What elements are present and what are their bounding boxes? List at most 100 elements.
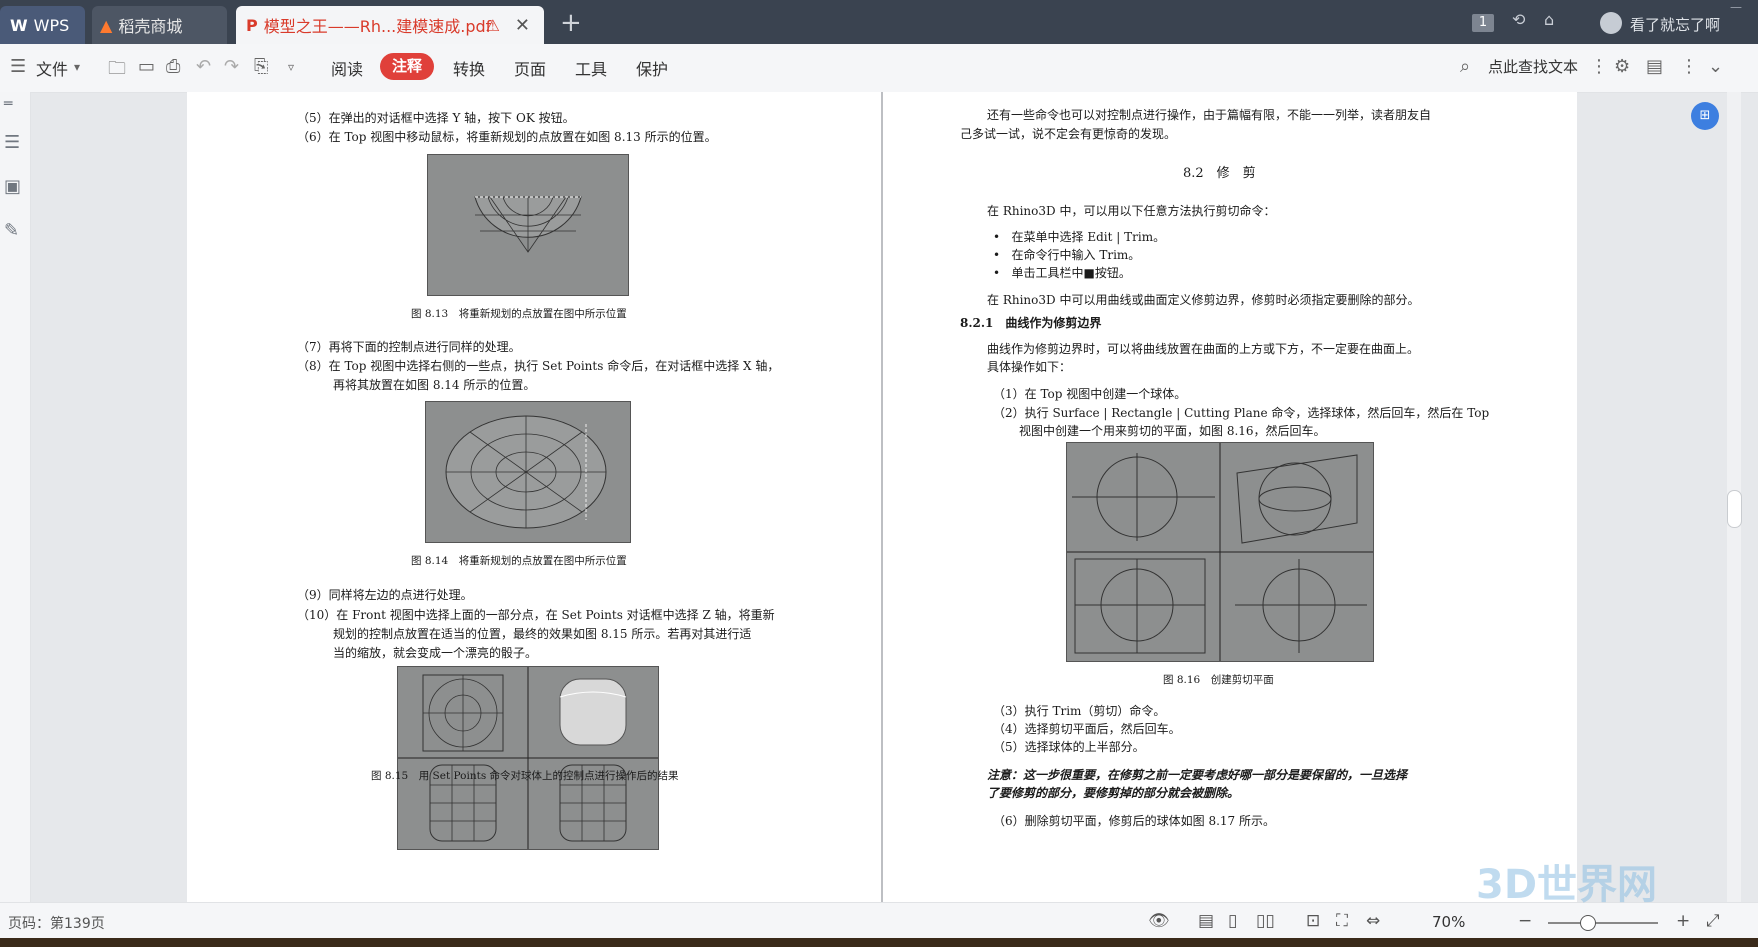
zoom-slider-knob[interactable]: [1580, 915, 1596, 931]
tab-wps-home[interactable]: W WPS: [0, 6, 85, 44]
note-line: 注意：这一步很重要，在修剪之前一定要考虑好哪一部分是要保留的，一旦选择: [987, 768, 1408, 782]
fit-page-icon[interactable]: ⛶: [1336, 911, 1348, 931]
double-page-icon[interactable]: ▯▯: [1256, 911, 1275, 931]
settings-gear-icon[interactable]: ⚙: [1614, 56, 1630, 77]
drag-handle-icon[interactable]: ═: [4, 96, 12, 112]
tab-document[interactable]: P 模型之王——Rh...建模速成.pdf ⚠ ✕: [236, 6, 544, 44]
text-line: （8）在 Top 视图中选择右侧的一些点，执行 Set Points 命令后，在…: [297, 359, 780, 373]
tab-store-label: 稻壳商城: [118, 17, 183, 36]
open-folder-icon[interactable]: 🗀: [108, 56, 126, 86]
text-line: 在 Rhino3D 中，可以用以下任意方法执行剪切命令：: [987, 204, 1276, 218]
menu-convert[interactable]: 转换: [453, 56, 485, 80]
text-line: （5）选择球体的上半部分。: [993, 740, 1145, 754]
redo-icon[interactable]: ↷: [224, 56, 239, 77]
more-chevron-icon[interactable]: ▿: [288, 60, 294, 74]
annotation-list-icon[interactable]: ✎: [4, 220, 19, 241]
menu-read[interactable]: 阅读: [331, 56, 363, 80]
text-line: 曲线作为修剪边界时，可以将曲线放置在曲面的上方或下方，不一定要在曲面上。: [987, 342, 1420, 356]
bullet-text: 在菜单中选择 Edit | Trim。: [1011, 230, 1166, 244]
text-line: 规划的控制点放置在适当的位置，最终的效果如图 8.15 所示。若再对其进行适: [333, 627, 752, 641]
close-tab-icon[interactable]: ✕: [515, 15, 530, 36]
figure-caption: 图 8.15 用 Set Points 命令对球体上的控制点进行操作后的结果: [371, 770, 679, 782]
avatar[interactable]: [1600, 12, 1622, 34]
window-count-badge[interactable]: 1: [1472, 14, 1494, 32]
figure-caption: 图 8.14 将重新规划的点放置在图中所示位置: [411, 555, 627, 567]
hamburger-menu-icon[interactable]: ☰: [10, 56, 26, 77]
skin-icon[interactable]: ⌂: [1544, 10, 1554, 29]
text-line: （1）在 Top 视图中创建一个球体。: [993, 387, 1187, 401]
bullet-item: • 单击工具栏中■按钮。: [993, 266, 1131, 280]
quick-tool-button[interactable]: ⊞: [1691, 102, 1719, 130]
flame-icon: ▲: [100, 15, 113, 35]
menu-protect[interactable]: 保护: [636, 56, 668, 80]
more-dots-icon[interactable]: ⋮: [1590, 56, 1608, 77]
fit-width-icon[interactable]: ⇔: [1366, 911, 1380, 931]
zoom-level[interactable]: 70%: [1432, 913, 1465, 931]
tab-wps-label: WPS: [33, 15, 70, 35]
user-name[interactable]: 看了就忘了啊: [1630, 14, 1720, 35]
actual-size-icon[interactable]: ⊡: [1306, 911, 1320, 931]
subsection-title: 8.2.1 曲线作为修剪边界: [960, 316, 1102, 330]
section-title: 8.2 修 剪: [1183, 166, 1256, 181]
zoom-in-icon[interactable]: +: [1676, 911, 1690, 931]
fullscreen-icon[interactable]: ⤢: [1706, 911, 1720, 931]
text-line: （4）选择剪切平面后，然后回车。: [993, 722, 1181, 736]
watermark-text: 3D世界网: [1476, 862, 1658, 908]
single-page-icon[interactable]: ▯: [1228, 911, 1237, 931]
print-icon[interactable]: ⎙: [166, 56, 180, 77]
bullet-item: • 在菜单中选择 Edit | Trim。: [993, 230, 1166, 244]
text-line: （6）在 Top 视图中移动鼠标，将重新规划的点放置在如图 8.13 所示的位置…: [297, 130, 717, 144]
page-number[interactable]: 页码：第139页: [8, 913, 105, 933]
find-text-button[interactable]: 点此查找文本: [1488, 56, 1578, 77]
search-icon[interactable]: ⌕: [1460, 56, 1470, 77]
warning-icon[interactable]: ⚠: [486, 16, 500, 35]
text-line: 己多试一试，说不定会有更惊奇的发现。: [960, 127, 1177, 141]
main-toolbar: ☰ 文件 ▾ 🗀 ▭ ⎙ ↶ ↷ ⎘ ▿ 阅读 注释 转换 页面 工具 保护 ⌕…: [0, 44, 1758, 93]
eye-protect-icon[interactable]: 👁: [1148, 911, 1170, 931]
bullet-item: • 在命令行中输入 Trim。: [993, 248, 1141, 262]
text-line: （7）再将下面的控制点进行同样的处理。: [297, 340, 521, 354]
zoom-out-icon[interactable]: −: [1518, 911, 1532, 931]
undo-icon[interactable]: ↶: [196, 56, 211, 77]
outline-icon[interactable]: ☰: [4, 132, 20, 153]
pdf-page-left: （5）在弹出的对话框中选择 Y 轴，按下 OK 按钮。 （6）在 Top 视图中…: [187, 92, 881, 902]
export-icon[interactable]: ⎘: [254, 56, 268, 77]
bullet-text: 单击工具栏中■按钮。: [1011, 266, 1131, 280]
collapse-chevron-icon[interactable]: ⌄: [1708, 56, 1723, 77]
text-line: 在 Rhino3D 中可以用曲线或曲面定义修剪边界，修剪时必须指定要删除的部分。: [987, 293, 1420, 307]
save-icon[interactable]: ▭: [138, 56, 155, 77]
menu-tools[interactable]: 工具: [575, 56, 607, 80]
window-control-icon[interactable]: —: [1730, 0, 1742, 14]
left-sidebar: ═ ☰ ▣ ✎: [0, 92, 31, 902]
wps-logo-icon: W: [10, 15, 28, 35]
four-viewport-dice-drawing: [398, 667, 658, 849]
text-line: （3）执行 Trim（剪切）命令。: [993, 704, 1166, 718]
share-icon[interactable]: ⟲: [1512, 10, 1525, 29]
text-line: 当的缩放，就会变成一个漂亮的骰子。: [333, 646, 538, 660]
text-line: （5）在弹出的对话框中选择 Y 轴，按下 OK 按钮。: [297, 111, 575, 125]
menu-page[interactable]: 页面: [514, 56, 546, 80]
chevron-down-icon[interactable]: ▾: [74, 60, 80, 74]
overflow-dots-icon[interactable]: ⋮: [1680, 56, 1698, 77]
text-line: （9）同样将左边的点进行处理。: [297, 588, 473, 602]
scrollbar-thumb[interactable]: [1727, 490, 1742, 528]
text-line: （6）删除剪切平面，修剪后的球体如图 8.17 所示。: [993, 814, 1275, 828]
sphere-halfgrid-drawing: [474, 196, 582, 253]
tab-bar: W WPS ▲ 稻壳商城 P 模型之王——Rh...建模速成.pdf ⚠ ✕ +…: [0, 0, 1758, 44]
file-menu-button[interactable]: 文件: [36, 56, 68, 80]
figure-8-15: [397, 666, 659, 850]
new-tab-button[interactable]: +: [560, 8, 582, 38]
zoom-slider-track[interactable]: [1548, 922, 1658, 924]
figure-8-13: [427, 154, 629, 296]
note-line: 了要修剪的部分，要修剪掉的部分就会被删除。: [987, 786, 1240, 800]
text-line: （10）在 Front 视图中选择上面的一部分点，在 Set Points 对话…: [297, 608, 775, 622]
tab-store[interactable]: ▲ 稻壳商城: [92, 6, 227, 44]
menu-annotate[interactable]: 注释: [380, 53, 434, 80]
tab-document-label: 模型之王——Rh...建模速成.pdf: [263, 17, 492, 36]
pdf-icon: P: [246, 15, 258, 35]
single-page-scroll-icon[interactable]: ▤: [1198, 911, 1214, 931]
comment-icon[interactable]: ▤: [1646, 56, 1663, 77]
figure-8-16: [1066, 442, 1374, 662]
text-line: 再将其放置在如图 8.14 所示的位置。: [333, 378, 536, 392]
thumbnail-icon[interactable]: ▣: [4, 176, 21, 197]
